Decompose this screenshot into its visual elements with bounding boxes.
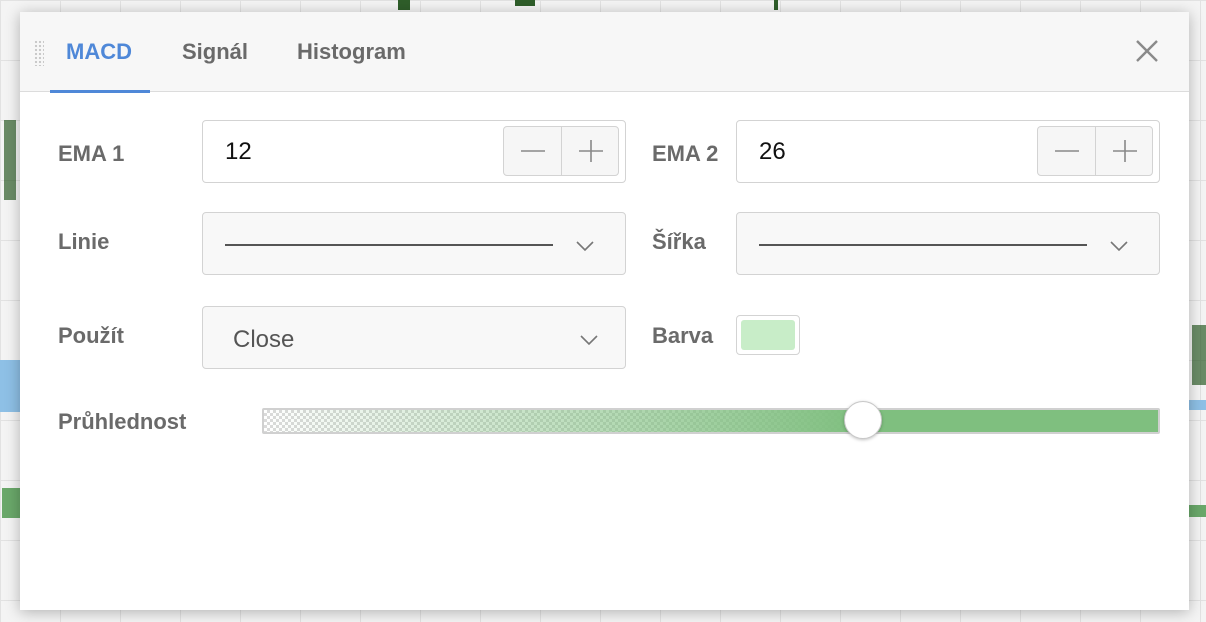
chart-mark [4, 120, 16, 200]
tab-signal[interactable]: Signál [182, 12, 248, 92]
ema1-label: EMA 1 [58, 141, 125, 166]
dialog-header: MACD Signál Histogram [20, 12, 1189, 93]
apply-to-label: Použít [58, 323, 124, 348]
apply-to-select[interactable]: Close [202, 306, 626, 369]
chart-histogram [0, 360, 20, 412]
minus-icon [1055, 150, 1079, 152]
chart-mark [1189, 505, 1206, 517]
line-style-select[interactable] [202, 212, 626, 275]
line-width-select[interactable] [736, 212, 1160, 275]
chevron-down-icon [1110, 241, 1128, 252]
tab-macd[interactable]: MACD [66, 12, 132, 92]
opacity-slider[interactable] [262, 401, 1160, 439]
ema2-increment-button[interactable] [1094, 127, 1153, 175]
chart-mark [515, 0, 535, 6]
chart-mark [774, 0, 778, 10]
ema1-increment-button[interactable] [560, 127, 619, 175]
ema1-stepper [503, 126, 619, 176]
ema2-decrement-button[interactable] [1038, 127, 1095, 175]
line-width-label: Šířka [652, 229, 706, 254]
ema2-input[interactable]: 26 [759, 121, 786, 183]
line-style-label: Linie [58, 229, 110, 254]
ema1-field: 12 [202, 120, 626, 183]
ema2-stepper [1037, 126, 1153, 176]
plus-icon [1112, 140, 1137, 162]
ema2-label: EMA 2 [652, 141, 719, 166]
active-tab-indicator [50, 90, 150, 93]
ema2-field: 26 [736, 120, 1160, 183]
chevron-down-icon [576, 241, 594, 252]
line-width-preview [759, 244, 1087, 246]
tab-histogram[interactable]: Histogram [297, 12, 406, 92]
chart-mark [2, 488, 20, 518]
opacity-slider-thumb[interactable] [843, 401, 882, 439]
color-picker-button[interactable] [736, 315, 800, 355]
plus-icon [578, 140, 603, 162]
chart-mark [398, 0, 410, 10]
close-icon[interactable] [1132, 36, 1162, 66]
chart-mark [1192, 325, 1206, 385]
apply-to-value: Close [233, 326, 295, 353]
chevron-down-icon [580, 335, 598, 346]
line-style-preview [225, 244, 553, 246]
color-label: Barva [652, 323, 714, 348]
color-swatch [741, 320, 795, 350]
opacity-label: Průhlednost [58, 409, 187, 434]
minus-icon [521, 150, 545, 152]
opacity-slider-fill [264, 410, 1158, 432]
ema1-input[interactable]: 12 [225, 121, 252, 183]
chart-histogram [1189, 400, 1206, 410]
macd-settings-dialog: MACD Signál Histogram EMA 1 12 EMA 2 26 [20, 12, 1189, 610]
drag-handle-icon[interactable] [34, 40, 44, 66]
ema1-decrement-button[interactable] [504, 127, 561, 175]
